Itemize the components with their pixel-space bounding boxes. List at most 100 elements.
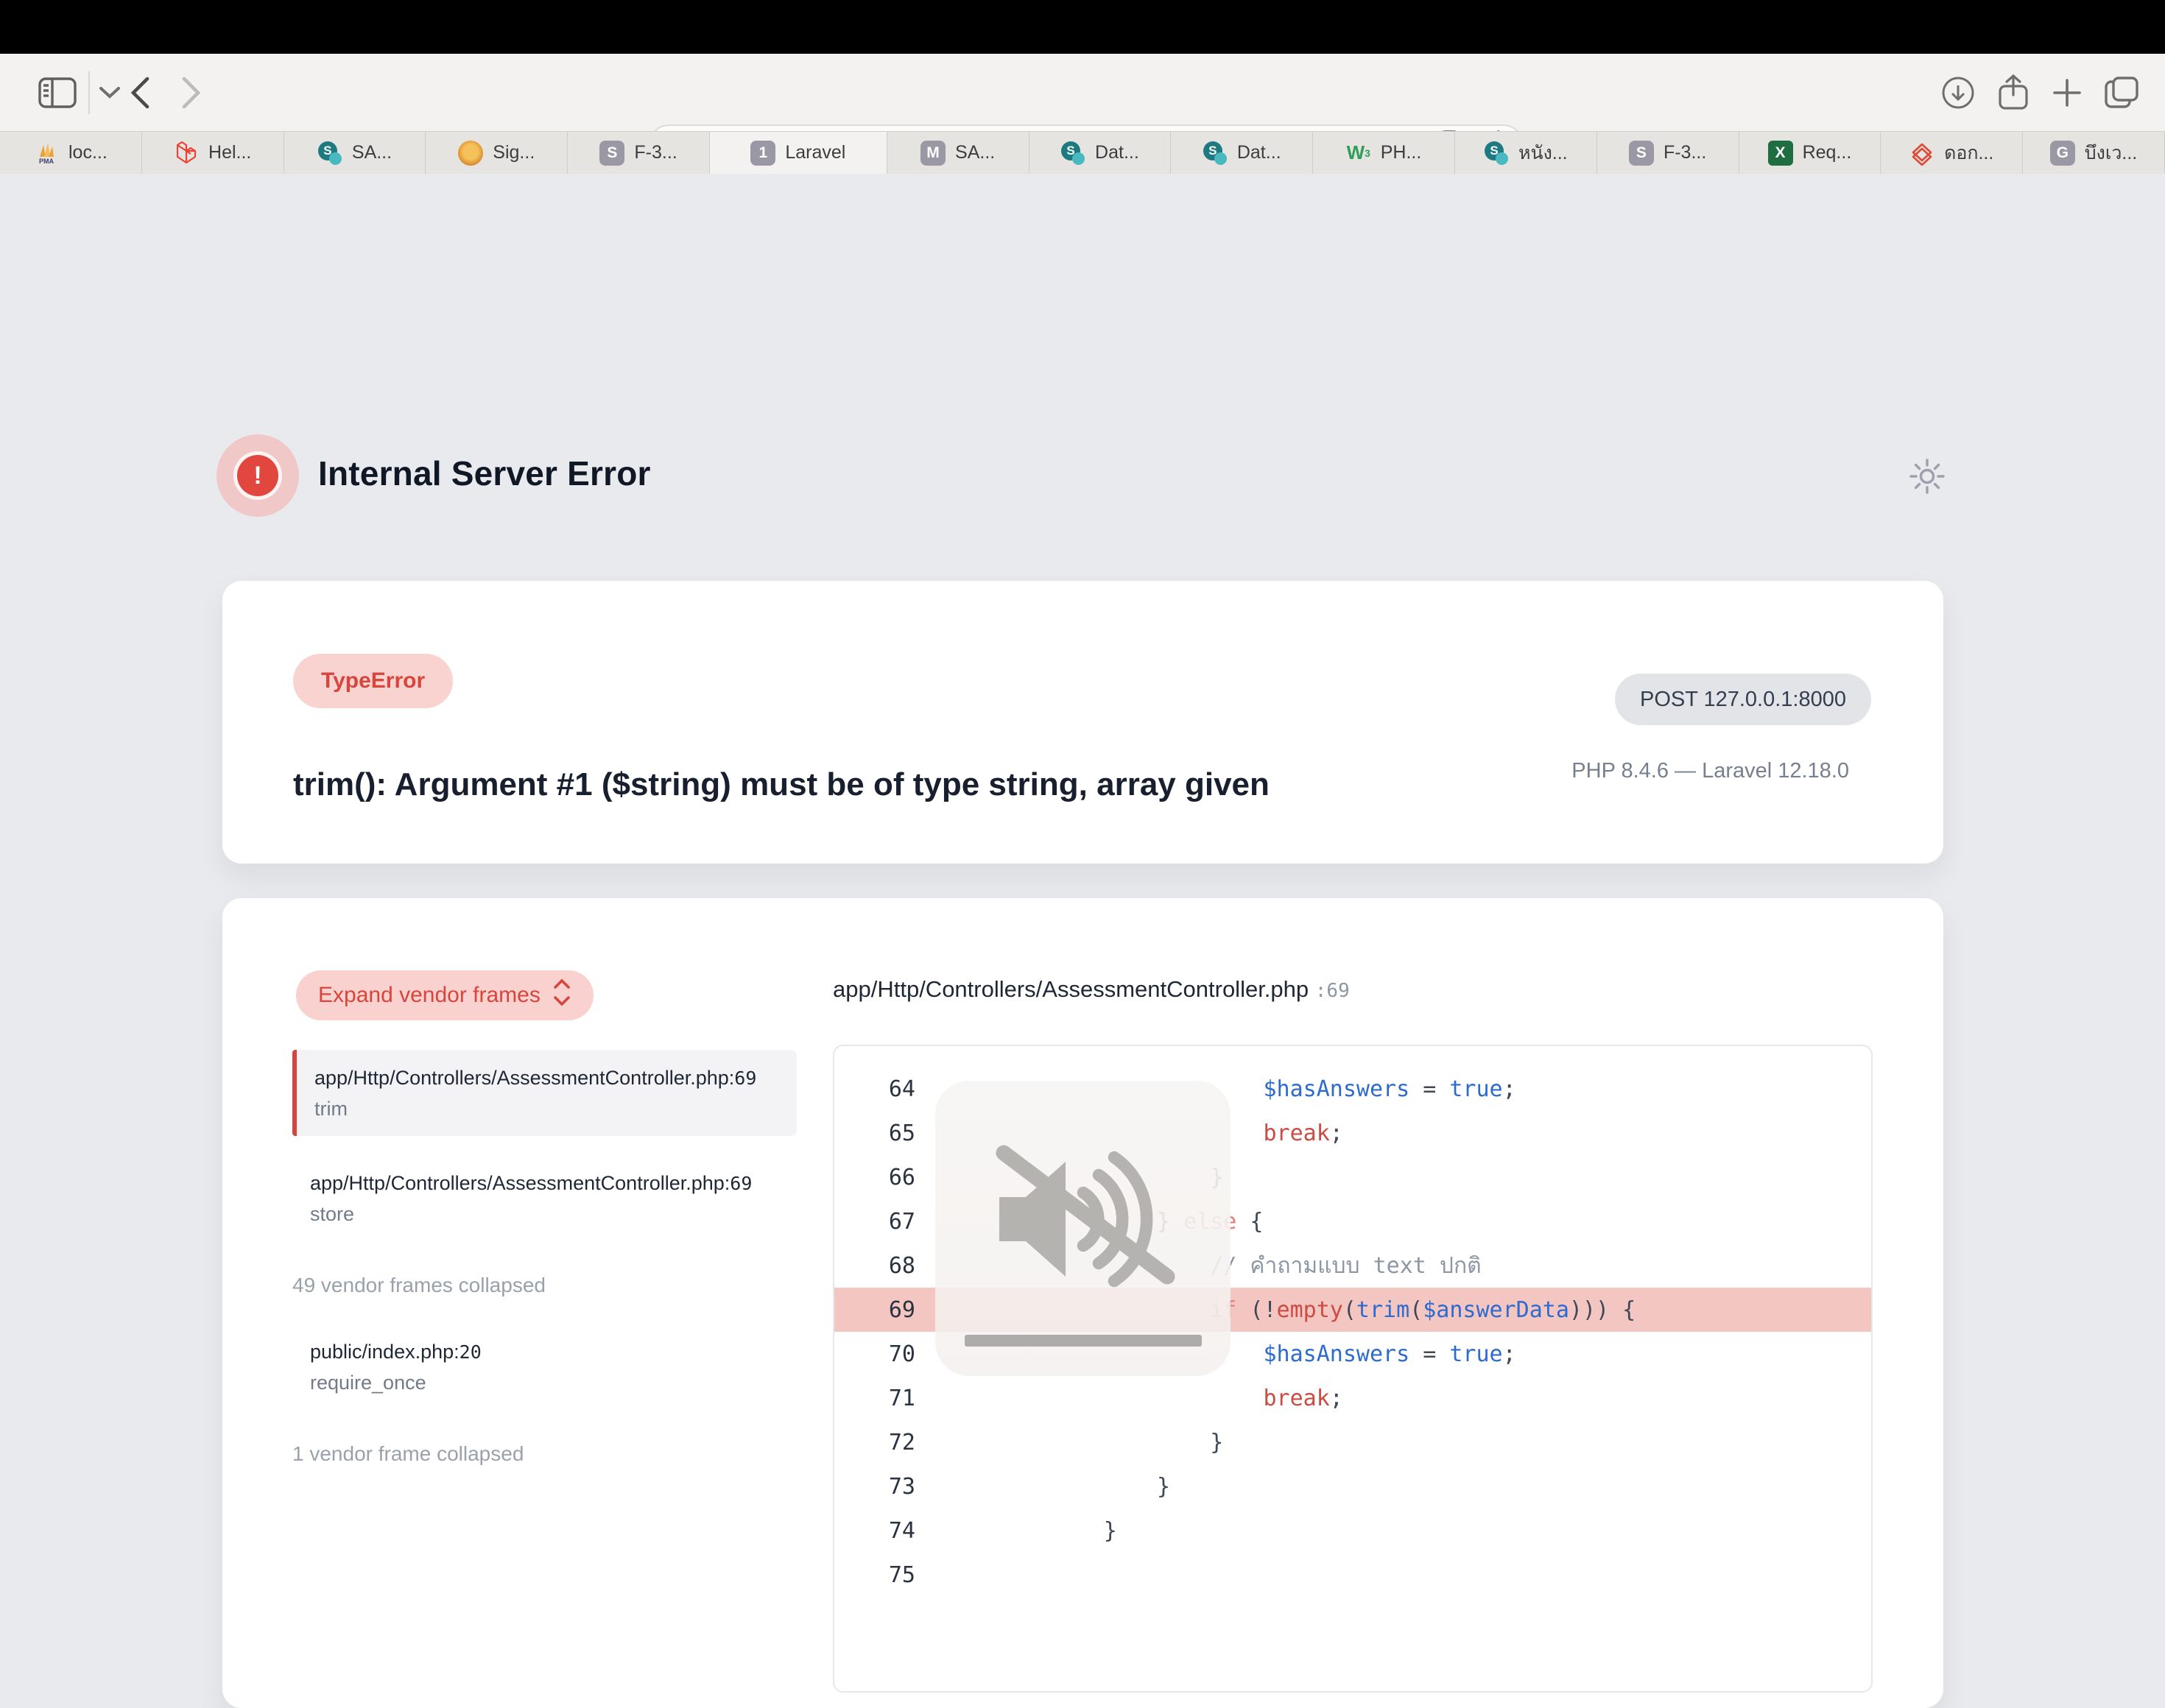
expand-collapse-chevrons-icon <box>552 978 571 1013</box>
tab-label: SA... <box>352 142 392 163</box>
sharepoint-icon: S <box>317 141 342 166</box>
code-line-number: 68 <box>849 1253 915 1279</box>
tab-label: Dat... <box>1237 142 1281 163</box>
theme-toggle-sun-icon[interactable] <box>1909 458 1946 498</box>
w3schools-icon: W3 <box>1346 141 1371 166</box>
code-line: 73 } <box>834 1464 1871 1508</box>
svg-text:PMA: PMA <box>39 158 54 165</box>
code-line: 74 } <box>834 1508 1871 1553</box>
tab-2[interactable]: Hel... <box>142 132 284 174</box>
tab-bar: PMAloc... Hel... S SA... Sig... S F-3... 1 Larav… <box>0 131 2165 174</box>
code-line-source: } <box>944 1474 1170 1500</box>
letter-s-icon: S <box>599 141 624 166</box>
tab-9[interactable]: S Dat... <box>1171 132 1313 174</box>
tab-label: Req... <box>1803 142 1852 163</box>
code-line-number: 72 <box>849 1430 915 1455</box>
code-line-source: } <box>944 1518 1117 1544</box>
trace-frame-list: app/Http/Controllers/AssessmentControlle… <box>292 1050 800 1492</box>
sidebar-toggle-icon[interactable] <box>38 77 77 108</box>
frame-path: app/Http/Controllers/AssessmentControlle… <box>310 1168 797 1199</box>
frame-method: trim <box>314 1094 797 1123</box>
tab-label: Dat... <box>1095 142 1139 163</box>
gold-seal-icon <box>458 141 483 166</box>
tab-1[interactable]: PMAloc... <box>0 132 142 174</box>
tab-6-active[interactable]: 1 Laravel <box>710 132 887 174</box>
code-line: 75 <box>834 1553 1871 1597</box>
tab-11[interactable]: Sหนัง... <box>1455 132 1597 174</box>
expand-vendor-frames-label: Expand vendor frames <box>318 983 541 1008</box>
sharepoint-icon: S <box>1060 141 1085 166</box>
tab-label: ดอก... <box>1944 138 1993 168</box>
frame-method: require_once <box>310 1368 797 1397</box>
code-line-number: 67 <box>849 1209 915 1235</box>
trace-frame[interactable]: app/Http/Controllers/AssessmentControlle… <box>292 1155 797 1241</box>
code-line: 71 break; <box>834 1376 1871 1420</box>
error-summary-card: TypeError trim(): Argument #1 ($string) … <box>222 581 1943 864</box>
tab-10[interactable]: W3PH... <box>1313 132 1455 174</box>
code-file-path: app/Http/Controllers/AssessmentControlle… <box>833 976 1309 1002</box>
sharepoint-icon: S <box>1203 141 1228 166</box>
code-line-source: break; <box>944 1386 1343 1411</box>
expand-vendor-frames-button[interactable]: Expand vendor frames <box>296 970 594 1020</box>
tab-4[interactable]: Sig... <box>426 132 568 174</box>
frame-path: public/index.php:20 <box>310 1336 797 1368</box>
code-file-line-ref: :69 <box>1315 980 1350 1002</box>
tab-overview-icon[interactable] <box>2103 75 2140 110</box>
number-1-icon: 1 <box>750 141 775 166</box>
browser-toolbar: 127.0.0.1 A x <box>0 54 2165 131</box>
letter-m-icon: M <box>920 141 946 166</box>
red-chevrons-icon <box>1909 141 1935 166</box>
forward-button-icon[interactable] <box>181 77 202 109</box>
code-line-number: 66 <box>849 1165 915 1190</box>
error-alert-icon: ! <box>216 434 299 517</box>
trace-frame[interactable]: public/index.php:20require_once <box>292 1324 797 1410</box>
tab-label: บึงเว... <box>2085 138 2138 168</box>
code-line-number: 69 <box>849 1297 915 1323</box>
request-method-badge: POST 127.0.0.1:8000 <box>1615 674 1871 725</box>
tab-15[interactable]: Gบึงเว... <box>2023 132 2165 174</box>
code-line-number: 71 <box>849 1386 915 1411</box>
tab-label: F-3... <box>1664 142 1706 163</box>
tab-5[interactable]: S F-3... <box>568 132 710 174</box>
volume-mute-hud <box>935 1081 1231 1376</box>
code-line-number: 64 <box>849 1076 915 1102</box>
code-file-header: app/Http/Controllers/AssessmentControlle… <box>833 976 1350 1003</box>
share-icon[interactable] <box>1997 74 2030 111</box>
downloads-icon[interactable] <box>1941 76 1975 110</box>
tab-8[interactable]: S Dat... <box>1029 132 1172 174</box>
trace-collapsed-note: 49 vendor frames collapsed <box>292 1260 800 1310</box>
tab-label: Laravel <box>785 142 845 163</box>
code-line-source: } <box>944 1430 1223 1455</box>
laravel-icon <box>174 141 199 166</box>
tab-14[interactable]: ดอก... <box>1881 132 2023 174</box>
environment-versions: PHP 8.4.6 — Laravel 12.18.0 <box>1571 759 1849 783</box>
tab-12[interactable]: S F-3... <box>1597 132 1739 174</box>
tab-label: Hel... <box>208 142 251 163</box>
new-tab-icon[interactable] <box>2052 77 2083 108</box>
error-page: ! Internal Server Error TypeError trim()… <box>0 174 2165 1408</box>
exception-type-badge: TypeError <box>293 654 453 708</box>
code-line-number: 75 <box>849 1562 915 1588</box>
chevron-down-icon[interactable] <box>99 86 121 99</box>
top-black-bar <box>0 0 2165 54</box>
tab-13[interactable]: X Req... <box>1739 132 1881 174</box>
muted-speaker-icon <box>973 1131 1194 1308</box>
back-button-icon[interactable] <box>130 77 150 109</box>
frame-line-number: 69 <box>734 1068 756 1089</box>
exception-message: trim(): Argument #1 ($string) must be of… <box>293 766 1270 803</box>
tab-label: F-3... <box>634 142 677 163</box>
exclamation-icon: ! <box>237 455 278 496</box>
trace-frame-active[interactable]: app/Http/Controllers/AssessmentControlle… <box>292 1050 797 1136</box>
frame-line-number: 69 <box>730 1173 752 1194</box>
page-title: Internal Server Error <box>318 454 651 493</box>
letter-s-icon: S <box>1629 141 1654 166</box>
toolbar-divider <box>88 71 90 114</box>
tab-7[interactable]: M SA... <box>887 132 1029 174</box>
code-line-number: 70 <box>849 1341 915 1367</box>
sharepoint-icon: S <box>1484 141 1509 166</box>
excel-icon: X <box>1768 141 1793 166</box>
frame-method: store <box>310 1199 797 1229</box>
tab-label: SA... <box>955 142 995 163</box>
tab-3[interactable]: S SA... <box>284 132 426 174</box>
code-line-number: 73 <box>849 1474 915 1500</box>
